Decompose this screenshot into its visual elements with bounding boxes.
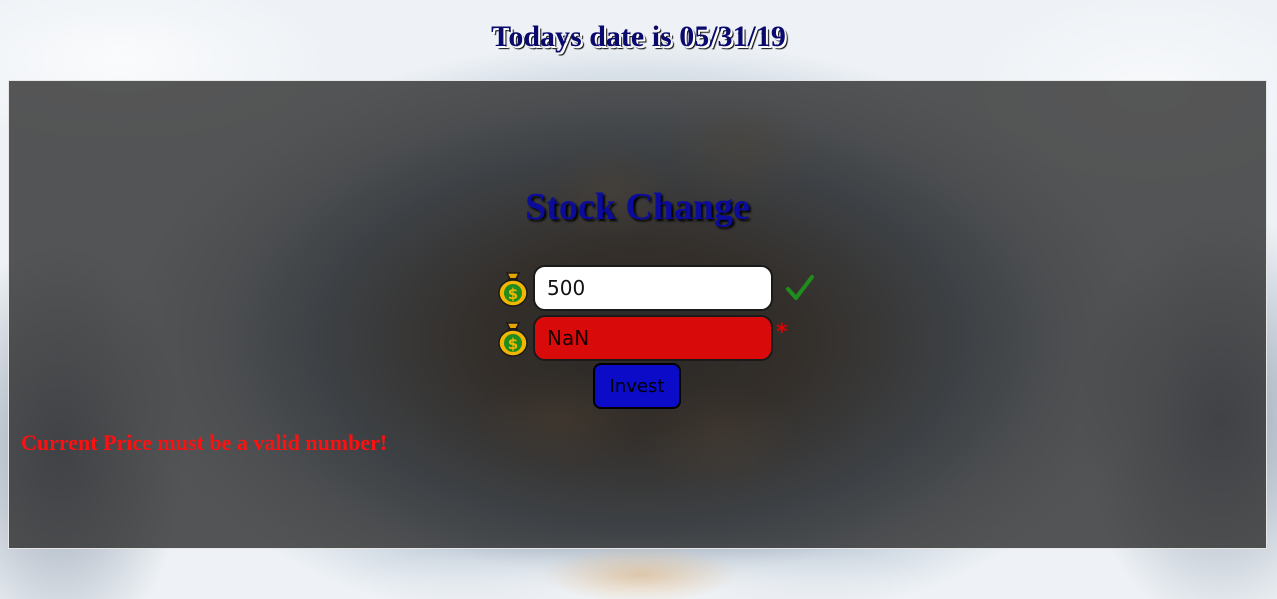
check-icon	[785, 273, 815, 303]
svg-text:$: $	[508, 335, 518, 353]
shares-row: $	[493, 264, 815, 312]
svg-text:$: $	[508, 285, 518, 303]
shares-input[interactable]	[533, 265, 773, 311]
page-title: Todays date is 05/31/19	[491, 20, 786, 53]
money-bag-icon: $	[493, 318, 533, 358]
current-price-row: $ *	[493, 314, 788, 362]
invest-button[interactable]: Invest	[593, 363, 681, 409]
stock-form-panel: Stock Change $ $	[8, 80, 1267, 549]
error-message: Current Price must be a valid number!	[21, 430, 388, 455]
money-bag-icon: $	[493, 268, 533, 308]
form-title: Stock Change	[525, 186, 750, 228]
required-asterisk: *	[776, 320, 788, 345]
current-price-input[interactable]	[533, 315, 773, 361]
